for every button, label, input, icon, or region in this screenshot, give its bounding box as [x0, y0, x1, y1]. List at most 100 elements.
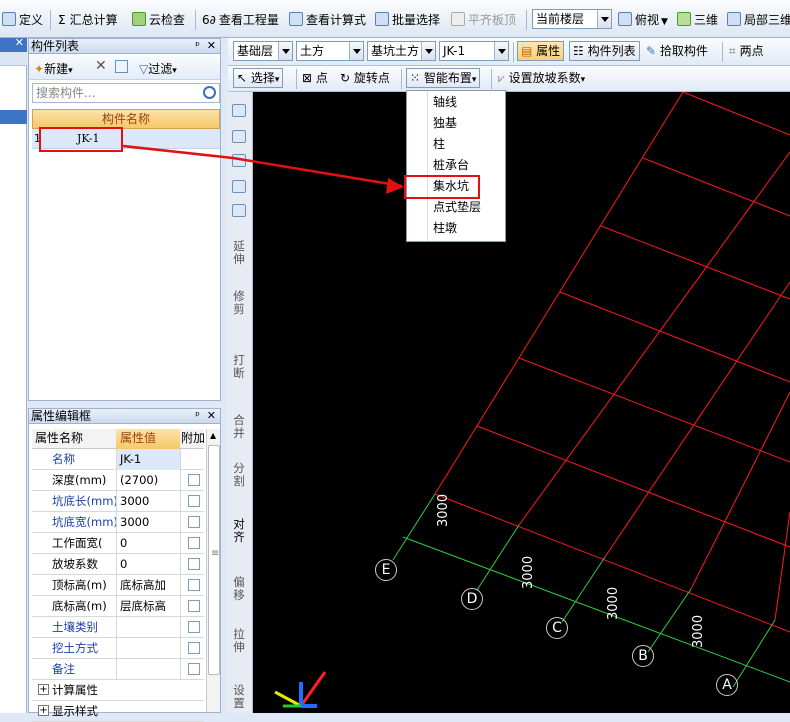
menu-item-isolated-footing[interactable]: 独基 — [433, 113, 457, 134]
rotate-icon[interactable] — [232, 204, 246, 217]
property-table-header: 属性名称 属性值 附加 — [32, 429, 205, 449]
property-group-row[interactable]: + 显示样式 — [32, 701, 204, 722]
pin-icon[interactable]: ᵖ — [195, 409, 200, 423]
close-icon[interactable]: ✕ — [207, 39, 216, 53]
move-icon[interactable] — [232, 180, 246, 193]
close-icon[interactable]: ✕ — [15, 36, 24, 49]
floor-combo[interactable]: 基础层 — [233, 41, 293, 61]
extra-checkbox[interactable] — [188, 516, 200, 528]
property-row[interactable]: 土壤类别 — [32, 617, 204, 638]
new-component-button[interactable]: ✦新建▾ — [34, 60, 73, 77]
property-row[interactable]: 坑底长(mm) 3000 — [32, 491, 204, 512]
break-tool[interactable]: 打断 — [229, 354, 249, 380]
smart-layout-icon: ⁙ — [410, 71, 421, 85]
delete-icon[interactable]: ✕ — [95, 58, 107, 74]
extra-checkbox[interactable] — [188, 474, 200, 486]
select-button[interactable]: ↖ 选择▾ — [233, 68, 284, 88]
nav-strip-item[interactable] — [0, 52, 27, 66]
property-row[interactable]: 放坡系数 0 — [32, 554, 204, 575]
define-icon — [2, 12, 16, 26]
pick-component-button[interactable]: ✎ 拾取构件 — [646, 42, 708, 62]
property-row[interactable]: 坑底宽(mm) 3000 — [32, 512, 204, 533]
view-mode-button[interactable]: 俯视 ▼ — [618, 10, 668, 30]
pin-icon[interactable]: ᵖ — [195, 39, 200, 53]
scrollbar-thumb[interactable]: ≡ — [208, 445, 220, 675]
dimension-lines — [392, 493, 790, 688]
summary-calc-button[interactable]: Σ 汇总计算 — [58, 10, 118, 30]
point-button[interactable]: ⊠ 点 — [302, 69, 328, 89]
menu-item-column-pier[interactable]: 柱墩 — [433, 218, 457, 239]
3d-view-button[interactable]: 三维 — [677, 10, 718, 30]
offset-tool[interactable]: 偏移 — [229, 576, 249, 602]
extra-checkbox[interactable] — [188, 600, 200, 612]
menu-item-point-cushion[interactable]: 点式垫层 — [433, 197, 481, 218]
batch-select-button[interactable]: 批量选择 — [375, 10, 440, 30]
property-row[interactable]: 备注 — [32, 659, 204, 680]
copy-icon[interactable] — [115, 60, 128, 73]
component-combo[interactable]: JK-1 — [439, 41, 509, 61]
property-row[interactable]: 名称 JK-1 — [32, 449, 204, 470]
mirror-icon[interactable] — [232, 154, 246, 167]
axis-label-a[interactable]: A — [716, 674, 738, 696]
menu-gutter — [427, 91, 428, 241]
floor-select[interactable]: 当前楼层 — [532, 9, 612, 29]
view-formula-button[interactable]: 查看计算式 — [289, 10, 366, 30]
merge-tool[interactable]: 合并 — [229, 414, 249, 440]
scroll-up-icon[interactable]: ▲ — [210, 431, 216, 440]
axis-label-c[interactable]: C — [546, 617, 568, 639]
menu-item-pile-cap[interactable]: 桩承台 — [433, 155, 469, 176]
property-row[interactable]: 挖土方式 — [32, 638, 204, 659]
toolbar-divider — [722, 42, 723, 62]
property-row[interactable]: 工作面宽(0 — [32, 533, 204, 554]
extend-tool[interactable]: 延伸 — [229, 240, 249, 266]
split-tool[interactable]: 分割 — [229, 462, 249, 488]
extra-checkbox[interactable] — [188, 621, 200, 633]
property-row[interactable]: 底标高(m) 层底标高 — [32, 596, 204, 617]
smart-layout-button[interactable]: ⁙ 智能布置▾ — [406, 68, 481, 88]
trim-tool[interactable]: 修剪 — [229, 290, 249, 316]
search-icon[interactable] — [203, 86, 216, 99]
extra-checkbox[interactable] — [188, 558, 200, 570]
property-row[interactable]: 深度(mm) (2700) — [32, 470, 204, 491]
component-list-button[interactable]: ☷ 构件列表 — [569, 41, 640, 61]
two-points-button[interactable]: ⌗ 两点 — [729, 42, 764, 62]
subtype-combo[interactable]: 基坑土方 — [367, 41, 436, 61]
stretch-tool[interactable]: 拉伸 — [229, 628, 249, 654]
filter-button[interactable]: ▽过滤▾ — [139, 60, 177, 77]
extra-checkbox[interactable] — [188, 579, 200, 591]
slope-coeff-button[interactable]: ⩗ 设置放坡系数▾ — [498, 69, 585, 89]
property-group-row[interactable]: + 计算属性 — [32, 680, 204, 701]
property-scrollbar[interactable]: ▲ ≡ — [206, 429, 220, 712]
highlight-box-sump-pit — [404, 175, 480, 199]
extra-checkbox[interactable] — [188, 495, 200, 507]
axis-label-e[interactable]: E — [375, 559, 397, 581]
chevron-down-icon — [597, 10, 611, 28]
nav-strip-selected-item[interactable] — [0, 110, 27, 124]
view-quantity-button[interactable]: 6∂ 查看工程量 — [202, 10, 279, 30]
setup-tool[interactable]: 设置 — [229, 684, 249, 710]
menu-item-axis[interactable]: 轴线 — [433, 92, 457, 113]
menu-item-column[interactable]: 柱 — [433, 134, 445, 155]
axis-label-b[interactable]: B — [632, 645, 654, 667]
cloud-check-button[interactable]: 云检查 — [132, 10, 185, 30]
draw-toolbar: ↖ 选择▾ ⊠ 点 ↻ 旋转点 ⁙ 智能布置▾ ⩗ 设置放坡系数▾ — [228, 66, 790, 92]
dimension-label: 3000 — [521, 555, 536, 589]
pick-icon: ✎ — [646, 44, 657, 58]
close-icon[interactable]: ✕ — [207, 409, 216, 423]
define-button[interactable]: 定义 — [2, 10, 43, 30]
local-3d-button[interactable]: 局部三维 — [727, 10, 790, 30]
extra-checkbox[interactable] — [188, 537, 200, 549]
properties-button[interactable]: ▤ 属性 — [517, 41, 565, 61]
copy-icon[interactable] — [232, 130, 246, 143]
extra-checkbox[interactable] — [188, 642, 200, 654]
drawing-canvas[interactable]: E D C B A 3000 3000 3000 3000 — [253, 91, 790, 713]
extra-checkbox[interactable] — [188, 663, 200, 675]
axis-label-d[interactable]: D — [461, 588, 483, 610]
category-combo[interactable]: 土方 — [296, 41, 364, 61]
align-slab-top-button[interactable]: 平齐板顶 — [451, 10, 516, 30]
align-tool[interactable]: 对齐 — [229, 518, 249, 544]
component-search-input[interactable]: 搜索构件... — [32, 83, 220, 103]
draw-line-icon[interactable] — [232, 104, 246, 117]
rotate-point-button[interactable]: ↻ 旋转点 — [340, 69, 390, 89]
property-row[interactable]: 顶标高(m) 底标高加 — [32, 575, 204, 596]
